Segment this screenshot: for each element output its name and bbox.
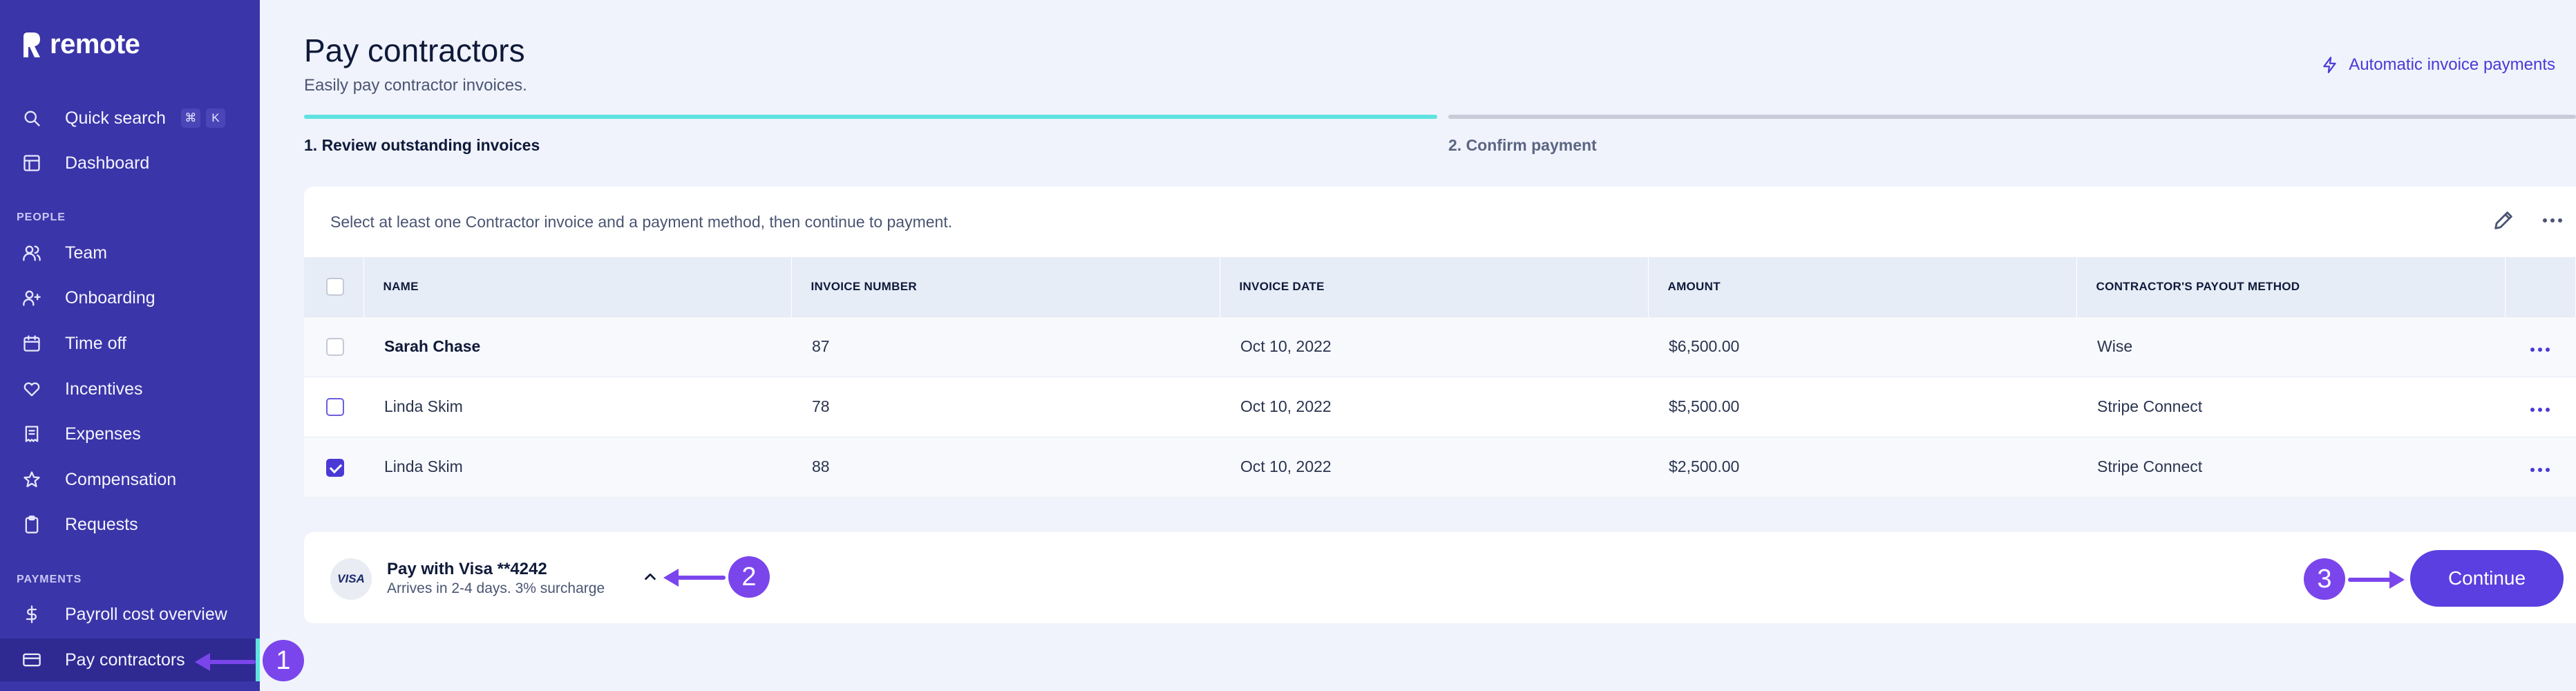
sidebar-item-quick-search[interactable]: Quick search ⌘ K xyxy=(0,97,260,140)
sidebar-item-label: Time off xyxy=(65,333,126,353)
page-subtitle: Easily pay contractor invoices. xyxy=(304,76,527,95)
sidebar-item-label: Requests xyxy=(65,514,138,534)
sidebar-item-label: Incentives xyxy=(65,379,143,399)
page-title: Pay contractors xyxy=(304,32,525,68)
cell-invoice-number: 88 xyxy=(812,457,830,476)
cell-payout-method: Stripe Connect xyxy=(2097,397,2203,415)
heart-icon xyxy=(21,378,43,400)
section-label-people: PEOPLE xyxy=(17,211,66,223)
more-options-icon[interactable] xyxy=(2543,218,2562,232)
cell-invoice-date: Oct 10, 2022 xyxy=(1240,337,1332,355)
calendar-icon xyxy=(21,332,43,354)
invoices-card-header: Select at least one Contractor invoice a… xyxy=(304,187,2576,257)
column-header-name[interactable]: NAME xyxy=(363,257,792,316)
cell-name: Linda Skim xyxy=(384,397,463,415)
user-plus-icon xyxy=(21,287,43,309)
clipboard-icon xyxy=(21,513,43,536)
sidebar-item-label: Quick search xyxy=(65,108,166,128)
visa-card-icon: VISA xyxy=(330,558,372,600)
sidebar-item-time-off[interactable]: Time off xyxy=(0,322,260,365)
brand-logo[interactable]: remote xyxy=(21,29,140,60)
select-all-checkbox[interactable] xyxy=(326,277,344,296)
row-checkbox[interactable] xyxy=(326,338,344,357)
search-icon xyxy=(21,107,43,129)
row-checkbox[interactable] xyxy=(326,398,344,417)
callout-badge-1: 1 xyxy=(263,640,304,681)
column-header-invoice-number[interactable]: INVOICE NUMBER xyxy=(791,257,1220,316)
callout-arrow-2 xyxy=(663,569,726,587)
continue-button[interactable]: Continue xyxy=(2410,550,2564,607)
sidebar-item-label: Payroll cost overview xyxy=(65,604,227,624)
row-checkbox-checked[interactable] xyxy=(326,458,344,477)
sidebar-item-label: Pay contractors xyxy=(65,650,185,670)
main-content: Pay contractors Easily pay contractor in… xyxy=(260,0,2576,691)
column-header-amount[interactable]: AMOUNT xyxy=(1648,257,2077,316)
dashboard-icon xyxy=(21,152,43,174)
cell-invoice-number: 87 xyxy=(812,337,830,355)
sidebar: remote Quick search ⌘ K Dashboard PEOPLE… xyxy=(0,0,260,691)
column-header-invoice-date[interactable]: INVOICE DATE xyxy=(1220,257,1649,316)
payment-method-card: VISA Pay with Visa **4242 Arrives in 2-4… xyxy=(304,532,2576,623)
section-label-payments: PAYMENTS xyxy=(17,574,82,585)
automatic-invoice-payments-label: Automatic invoice payments xyxy=(2349,55,2555,74)
invoices-card: Select at least one Contractor invoice a… xyxy=(304,187,2576,497)
cell-amount: $2,500.00 xyxy=(1669,457,1740,476)
row-more-options-icon[interactable] xyxy=(2530,348,2550,352)
sidebar-item-label: Team xyxy=(65,243,108,263)
callout-badge-2: 2 xyxy=(728,556,770,598)
sidebar-item-dashboard[interactable]: Dashboard xyxy=(0,142,260,184)
cell-amount: $5,500.00 xyxy=(1669,397,1740,415)
step-progress-2 xyxy=(1448,115,2576,119)
cell-payout-method: Wise xyxy=(2097,337,2133,355)
star-icon xyxy=(21,468,43,491)
cell-invoice-number: 78 xyxy=(812,397,830,415)
callout-arrow-1 xyxy=(195,653,256,671)
step-label-review: 1. Review outstanding invoices xyxy=(304,136,540,154)
sidebar-item-label: Onboarding xyxy=(65,287,155,307)
credit-card-icon xyxy=(21,649,43,671)
cell-amount: $6,500.00 xyxy=(1669,337,1740,355)
shortcut-mod-key: ⌘ xyxy=(180,108,200,128)
table-row[interactable]: Linda Skim 88 Oct 10, 2022 $2,500.00 Str… xyxy=(304,437,2576,497)
sidebar-item-team[interactable]: Team xyxy=(0,231,260,274)
sidebar-item-label: Expenses xyxy=(65,424,141,444)
row-more-options-icon[interactable] xyxy=(2530,468,2550,473)
table-header-row: NAME INVOICE NUMBER INVOICE DATE AMOUNT … xyxy=(304,257,2576,316)
sidebar-item-payroll-cost-overview[interactable]: Payroll cost overview xyxy=(0,593,260,636)
callout-badge-3: 3 xyxy=(2304,558,2345,600)
cell-name: Linda Skim xyxy=(384,457,463,476)
brand-name: remote xyxy=(50,29,140,59)
users-icon xyxy=(21,242,43,264)
step-progress-1 xyxy=(304,115,1437,119)
cell-name: Sarah Chase xyxy=(384,337,481,355)
lightning-icon xyxy=(2323,57,2336,73)
cell-payout-method: Stripe Connect xyxy=(2097,457,2203,476)
receipt-icon xyxy=(21,423,43,445)
column-header-payout-method[interactable]: CONTRACTOR'S PAYOUT METHOD xyxy=(2076,257,2506,316)
row-more-options-icon[interactable] xyxy=(2530,408,2550,412)
payment-method-title: Pay with Visa **4242 xyxy=(387,560,547,578)
cell-invoice-date: Oct 10, 2022 xyxy=(1240,397,1332,415)
sidebar-item-expenses[interactable]: Expenses xyxy=(0,413,260,455)
remote-logo-icon xyxy=(23,32,40,57)
sidebar-item-incentives[interactable]: Incentives xyxy=(0,368,260,410)
shortcut-k-key: K xyxy=(205,108,225,128)
cell-invoice-date: Oct 10, 2022 xyxy=(1240,457,1332,476)
callout-arrow-3 xyxy=(2348,571,2405,589)
sidebar-item-compensation[interactable]: Compensation xyxy=(0,458,260,501)
invoices-table: NAME INVOICE NUMBER INVOICE DATE AMOUNT … xyxy=(304,257,2576,497)
edit-pencil-icon[interactable] xyxy=(2492,209,2515,232)
table-row[interactable]: Linda Skim 78 Oct 10, 2022 $5,500.00 Str… xyxy=(304,377,2576,437)
sidebar-item-requests[interactable]: Requests xyxy=(0,503,260,546)
table-row[interactable]: Sarah Chase 87 Oct 10, 2022 $6,500.00 Wi… xyxy=(304,316,2576,377)
sidebar-item-onboarding[interactable]: Onboarding xyxy=(0,276,260,319)
instruction-text: Select at least one Contractor invoice a… xyxy=(330,212,953,231)
sidebar-item-label: Compensation xyxy=(65,469,177,489)
sidebar-item-label: Dashboard xyxy=(65,153,150,173)
payment-method-subtitle: Arrives in 2-4 days. 3% surcharge xyxy=(387,580,605,596)
step-label-confirm: 2. Confirm payment xyxy=(1448,136,1597,154)
chevron-up-icon[interactable] xyxy=(643,569,658,585)
automatic-invoice-payments-link[interactable]: Automatic invoice payments xyxy=(2321,55,2555,75)
dollar-icon xyxy=(21,603,43,625)
